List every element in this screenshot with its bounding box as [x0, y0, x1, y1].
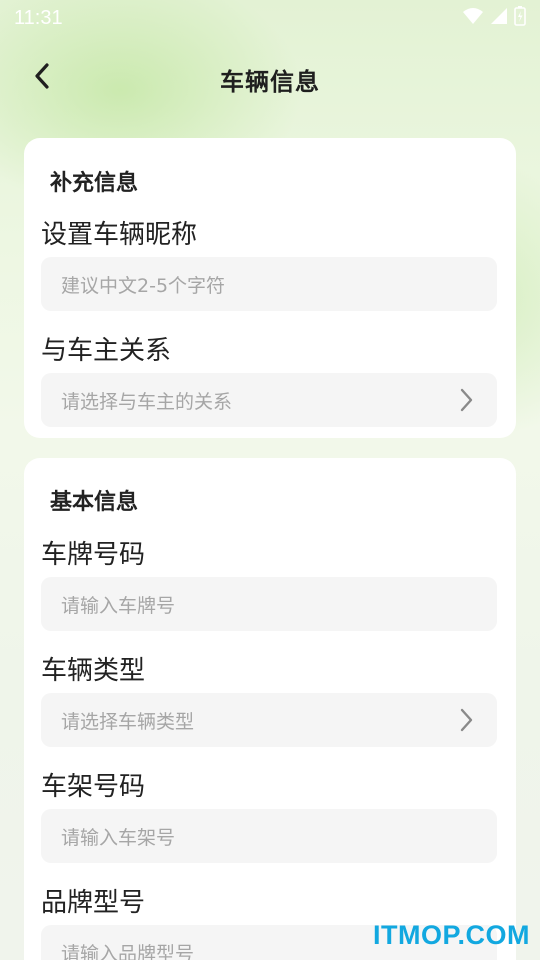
watermark: ITMOP.COM — [372, 920, 530, 950]
navigation-bar: 车辆信息 — [0, 48, 540, 108]
vehicle-type-placeholder: 请选择车辆类型 — [61, 710, 195, 733]
plate-placeholder: 请输入车牌号 — [61, 594, 176, 617]
plate-input[interactable]: 请输入车牌号 — [41, 577, 497, 631]
supplement-info-card: 补充信息 设置车辆昵称 建议中文2-5个字符 与车主关系 请选择与车主的关系 — [24, 138, 516, 438]
nickname-input[interactable]: 建议中文2-5个字符 — [41, 257, 497, 311]
status-bar: 11:31 — [0, 0, 540, 36]
basic-section-title: 基本信息 — [50, 490, 139, 515]
vehicle-type-label: 车辆类型 — [41, 656, 146, 686]
brand-label: 品牌型号 — [41, 888, 146, 918]
frame-input[interactable]: 请输入车架号 — [41, 809, 497, 863]
status-icons — [462, 6, 526, 30]
plate-label: 车牌号码 — [41, 540, 146, 570]
vehicle-type-select[interactable]: 请选择车辆类型 — [41, 693, 497, 747]
relation-select[interactable]: 请选择与车主的关系 — [41, 373, 497, 427]
chevron-right-icon — [455, 708, 477, 732]
relation-label: 与车主关系 — [41, 336, 172, 366]
basic-info-card: 基本信息 车牌号码 请输入车牌号 车辆类型 请选择车辆类型 车架号码 请输入车架… — [24, 458, 516, 960]
supplement-section-title: 补充信息 — [50, 171, 139, 196]
wifi-icon — [462, 7, 484, 29]
battery-icon — [514, 6, 526, 30]
frame-label: 车架号码 — [41, 772, 146, 802]
nickname-label: 设置车辆昵称 — [41, 220, 198, 250]
signal-icon — [490, 7, 508, 29]
chevron-right-icon — [455, 388, 477, 412]
frame-placeholder: 请输入车架号 — [61, 826, 176, 849]
nickname-placeholder: 建议中文2-5个字符 — [61, 274, 226, 297]
page-title: 车辆信息 — [220, 68, 320, 96]
relation-placeholder: 请选择与车主的关系 — [61, 390, 233, 413]
status-time: 11:31 — [14, 6, 63, 29]
